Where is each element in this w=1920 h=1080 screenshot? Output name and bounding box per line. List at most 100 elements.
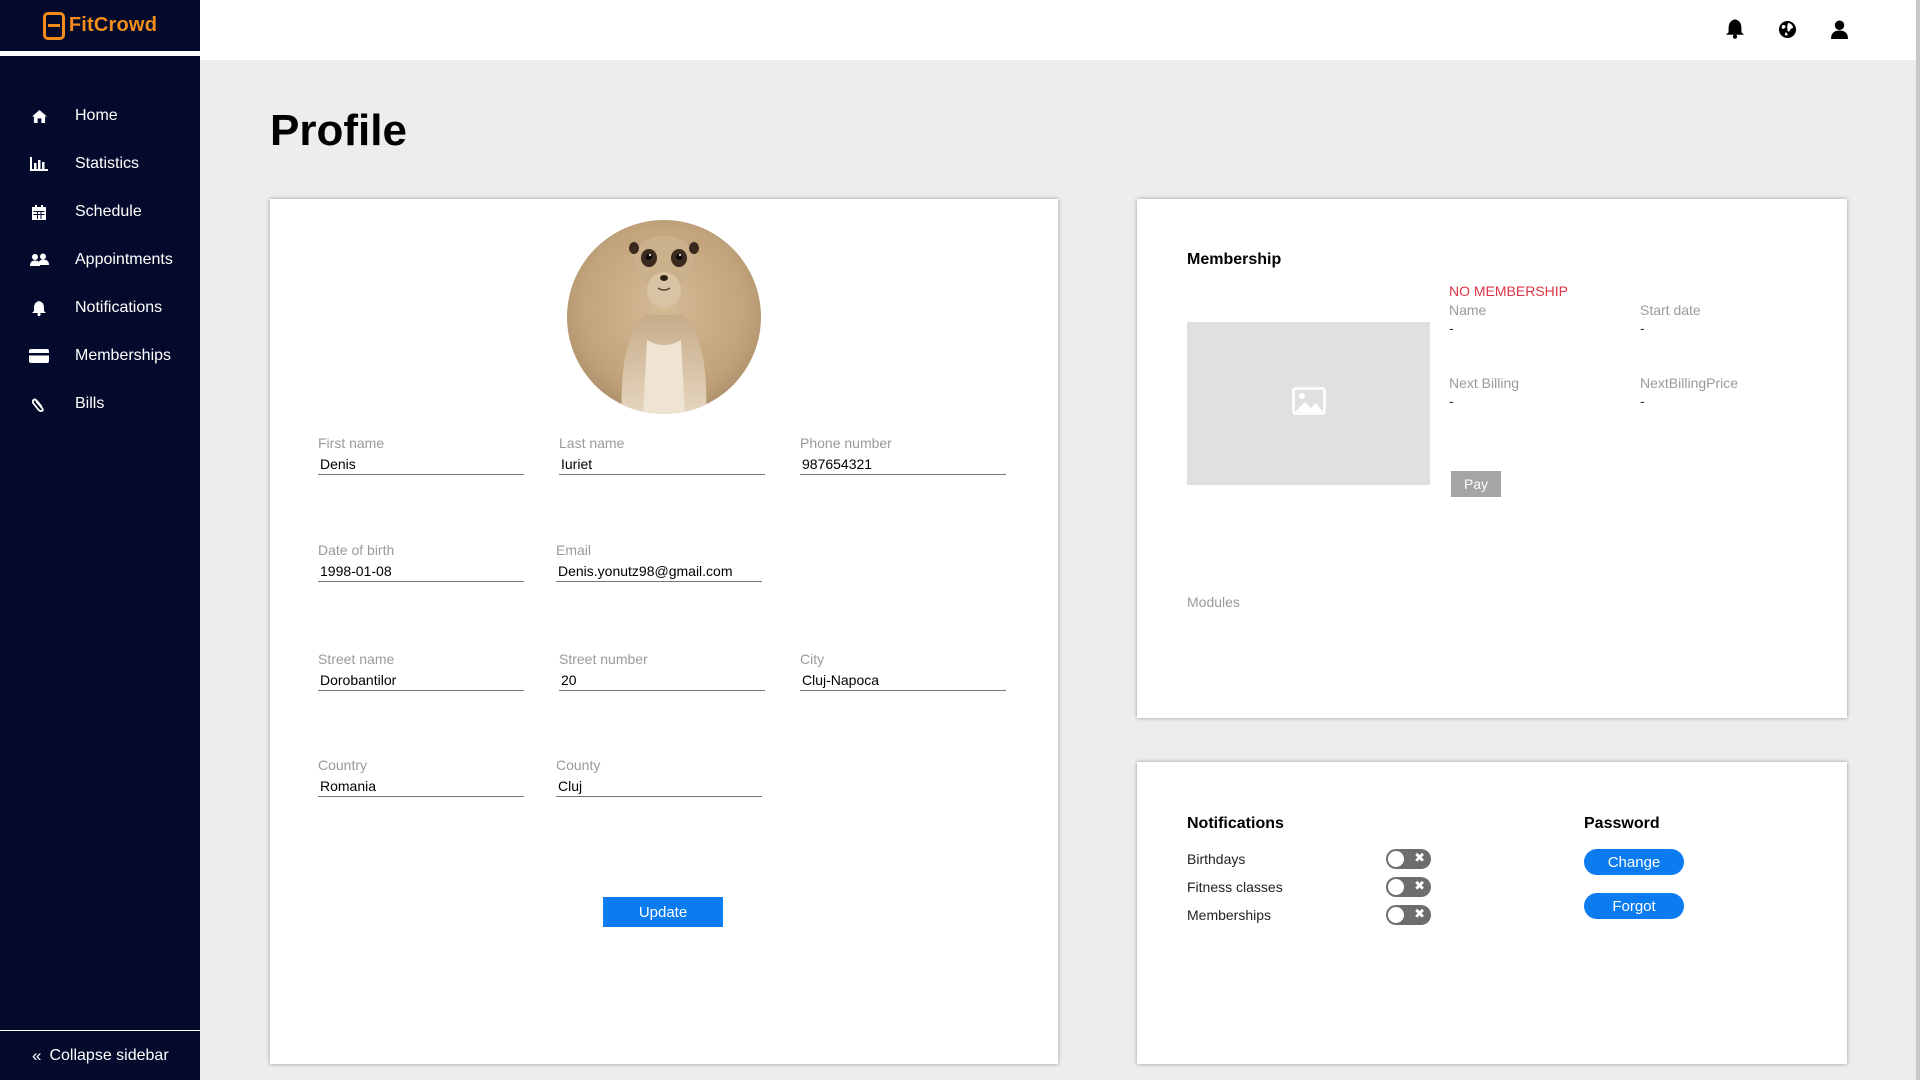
topbar-icons bbox=[1724, 18, 1850, 40]
street-number-input[interactable] bbox=[559, 669, 765, 691]
sidebar-item-label: Bills bbox=[75, 395, 105, 412]
first-name-input[interactable] bbox=[318, 453, 524, 475]
toggle-row-birthdays: Birthdays ✖ bbox=[1187, 848, 1431, 870]
page-title: Profile bbox=[270, 106, 407, 155]
collapse-sidebar-label: Collapse sidebar bbox=[49, 1046, 169, 1064]
credit-card-icon bbox=[28, 349, 50, 363]
country-input[interactable] bbox=[318, 775, 524, 797]
phone-number-label: Phone number bbox=[800, 435, 892, 451]
sidebar-item-notifications[interactable]: Notifications bbox=[0, 284, 200, 332]
membership-title: Membership bbox=[1187, 251, 1282, 268]
toggle-label: Memberships bbox=[1187, 907, 1272, 923]
city-field: City bbox=[800, 651, 1006, 691]
close-icon: ✖ bbox=[1414, 850, 1425, 865]
next-billing-price-label: NextBillingPrice bbox=[1640, 375, 1739, 391]
date-of-birth-label: Date of birth bbox=[318, 542, 395, 558]
globe-icon[interactable] bbox=[1776, 18, 1798, 40]
settings-card: Notifications Birthdays ✖ Fitness classe… bbox=[1137, 762, 1847, 1064]
membership-name-field: Name - bbox=[1449, 302, 1486, 336]
toggle-knob bbox=[1388, 879, 1404, 895]
membership-status: NO MEMBERSHIP bbox=[1449, 283, 1569, 299]
last-name-field: Last name bbox=[559, 435, 765, 475]
street-name-input[interactable] bbox=[318, 669, 524, 691]
next-billing-price-field: NextBillingPrice - bbox=[1640, 375, 1738, 409]
phone-number-input[interactable] bbox=[800, 453, 1006, 475]
start-date-label: Start date bbox=[1640, 302, 1701, 318]
next-billing-label: Next Billing bbox=[1449, 375, 1520, 391]
street-name-field: Street name bbox=[318, 651, 524, 691]
update-button[interactable]: Update bbox=[603, 897, 723, 927]
county-input[interactable] bbox=[556, 775, 762, 797]
sidebar-item-appointments[interactable]: Appointments bbox=[0, 236, 200, 284]
fitness-classes-toggle[interactable]: ✖ bbox=[1386, 877, 1431, 897]
toggle-knob bbox=[1388, 851, 1404, 867]
change-password-button[interactable]: Change bbox=[1584, 849, 1684, 875]
email-input[interactable] bbox=[556, 560, 762, 582]
email-label: Email bbox=[556, 542, 592, 558]
avatar[interactable] bbox=[567, 220, 761, 414]
date-of-birth-field: Date of birth bbox=[318, 542, 524, 582]
county-label: County bbox=[556, 757, 601, 773]
close-icon: ✖ bbox=[1414, 878, 1425, 893]
toggle-label: Fitness classes bbox=[1187, 879, 1283, 895]
sidebar-item-label: Appointments bbox=[75, 251, 173, 268]
home-icon bbox=[28, 109, 50, 123]
paperclip-icon bbox=[28, 397, 50, 412]
sidebar-item-label: Statistics bbox=[75, 155, 140, 172]
page-scrollbar[interactable] bbox=[1916, 0, 1920, 1080]
sidebar-nav: Home Statistics Schedule Appointments No… bbox=[0, 92, 200, 428]
bell-icon[interactable] bbox=[1724, 18, 1746, 40]
double-chevron-left-icon: « bbox=[32, 1045, 42, 1065]
last-name-input[interactable] bbox=[559, 453, 765, 475]
phone-number-field: Phone number bbox=[800, 435, 1006, 475]
start-date-field: Start date - bbox=[1640, 302, 1701, 336]
next-billing-price-value: - bbox=[1640, 393, 1645, 409]
membership-image-placeholder bbox=[1187, 322, 1430, 485]
sidebar-item-statistics[interactable]: Statistics bbox=[0, 140, 200, 188]
street-name-label: Street name bbox=[318, 651, 395, 667]
sidebar-item-home[interactable]: Home bbox=[0, 92, 200, 140]
notifications-title: Notifications bbox=[1187, 815, 1284, 832]
sidebar-item-label: Memberships bbox=[75, 347, 172, 364]
membership-name-label: Name bbox=[1449, 302, 1487, 318]
city-input[interactable] bbox=[800, 669, 1006, 691]
email-field: Email bbox=[556, 542, 762, 582]
sidebar-item-label: Schedule bbox=[75, 203, 142, 220]
sidebar: FitCrowd Home Statistics Schedule Appoin… bbox=[0, 0, 200, 1080]
users-icon bbox=[28, 253, 50, 267]
watch-icon bbox=[42, 11, 65, 40]
sidebar-item-memberships[interactable]: Memberships bbox=[0, 332, 200, 380]
last-name-label: Last name bbox=[559, 435, 625, 451]
bar-chart-icon bbox=[28, 157, 50, 171]
sidebar-item-bills[interactable]: Bills bbox=[0, 380, 200, 428]
pay-button[interactable]: Pay bbox=[1451, 471, 1501, 497]
collapse-sidebar-button[interactable]: « Collapse sidebar bbox=[0, 1030, 200, 1080]
sidebar-item-label: Notifications bbox=[75, 299, 163, 316]
image-icon bbox=[1291, 387, 1326, 420]
sidebar-item-schedule[interactable]: Schedule bbox=[0, 188, 200, 236]
close-icon: ✖ bbox=[1414, 906, 1425, 921]
profile-card: First name Last name Phone number Date o… bbox=[270, 199, 1058, 1064]
country-field: Country bbox=[318, 757, 524, 797]
next-billing-value: - bbox=[1449, 393, 1454, 409]
user-icon[interactable] bbox=[1828, 18, 1850, 40]
birthdays-toggle[interactable]: ✖ bbox=[1386, 849, 1431, 869]
membership-name-value: - bbox=[1449, 320, 1454, 336]
city-label: City bbox=[800, 651, 825, 667]
first-name-field: First name bbox=[318, 435, 524, 475]
toggle-row-fitness-classes: Fitness classes ✖ bbox=[1187, 876, 1431, 898]
sidebar-item-label: Home bbox=[75, 107, 118, 124]
next-billing-field: Next Billing - bbox=[1449, 375, 1519, 409]
county-field: County bbox=[556, 757, 762, 797]
street-number-field: Street number bbox=[559, 651, 765, 691]
bell-icon bbox=[28, 300, 50, 316]
toggle-label: Birthdays bbox=[1187, 851, 1246, 867]
forgot-password-button[interactable]: Forgot bbox=[1584, 893, 1684, 919]
first-name-label: First name bbox=[318, 435, 385, 451]
membership-card: Membership NO MEMBERSHIP Name - Start da… bbox=[1137, 199, 1847, 718]
date-of-birth-input[interactable] bbox=[318, 560, 524, 582]
brand-name: FitCrowd bbox=[68, 14, 158, 36]
memberships-toggle[interactable]: ✖ bbox=[1386, 905, 1431, 925]
brand-logo[interactable]: FitCrowd bbox=[0, 0, 200, 56]
password-title: Password bbox=[1584, 815, 1660, 832]
